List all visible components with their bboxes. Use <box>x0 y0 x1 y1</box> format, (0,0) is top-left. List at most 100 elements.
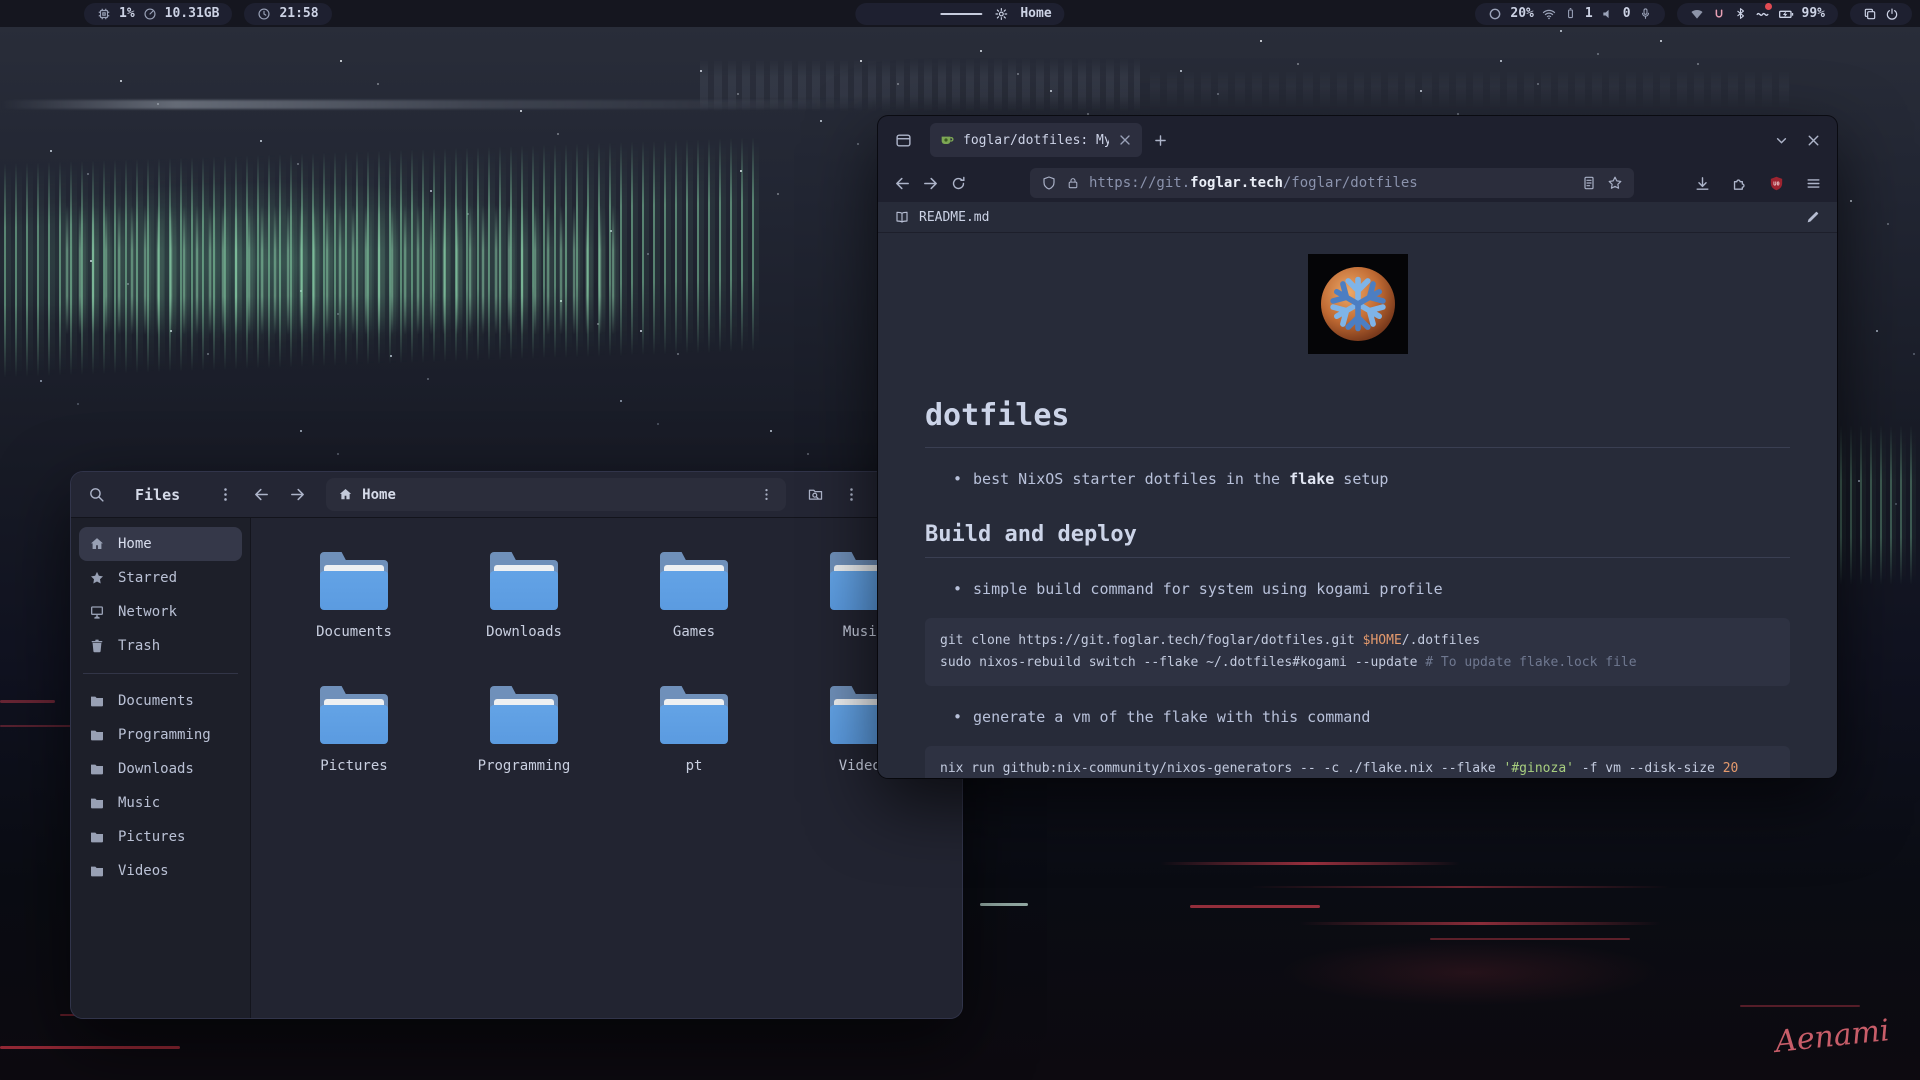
battery-icon <box>1778 6 1794 22</box>
nixos-logo <box>1308 254 1408 354</box>
speaker-icon[interactable] <box>1601 7 1615 21</box>
folder-label: Programming <box>478 758 571 774</box>
red-glow <box>1200 925 1740 1020</box>
path-menu-icon[interactable] <box>759 487 774 502</box>
edit-pencil-icon[interactable] <box>1805 209 1821 225</box>
bluetooth-icon[interactable] <box>1734 7 1747 20</box>
sidebar-item-icon <box>89 638 105 654</box>
device-battery-icon <box>1564 7 1577 20</box>
url-bar[interactable]: https://git.foglar.tech/foglar/dotfiles <box>1030 168 1634 198</box>
clipboard-icon[interactable] <box>1863 7 1877 21</box>
reader-mode-icon[interactable] <box>1581 175 1597 191</box>
readme-header: README.md <box>878 202 1837 233</box>
sidebar-item-home[interactable]: Home <box>79 527 242 561</box>
tracking-shield-icon[interactable] <box>1041 175 1057 191</box>
forward-button[interactable] <box>916 169 944 197</box>
sidebar-item-pictures[interactable]: Pictures <box>79 820 242 854</box>
nix-snowflake-icon <box>1323 269 1393 339</box>
network-tray-icon[interactable] <box>1690 7 1704 21</box>
folder-downloads[interactable]: Downloads <box>459 552 589 640</box>
status-bar: 1% 10.31GB 21:58 Home 20% 1 <box>0 0 1920 27</box>
files-menu-button[interactable] <box>210 480 240 510</box>
readme-content: dotfiles best NixOS starter dotfiles in … <box>878 233 1837 778</box>
volume-value: 0 <box>1623 6 1631 21</box>
workspaces-pill: Home <box>855 3 1064 25</box>
red-streak <box>0 1046 180 1049</box>
reload-button[interactable] <box>944 169 972 197</box>
brightness-value: 20% <box>1510 6 1533 21</box>
sidebar-item-music[interactable]: Music <box>79 786 242 820</box>
back-button[interactable] <box>888 169 916 197</box>
sidebar-item-starred[interactable]: Starred <box>79 561 242 595</box>
wifi-icon[interactable] <box>1542 7 1556 21</box>
readme-filename: README.md <box>919 210 989 225</box>
sidebar-item-network[interactable]: Network <box>79 595 242 629</box>
battery-value: 99% <box>1802 6 1825 21</box>
clock-time: 21:58 <box>279 6 318 21</box>
tray-pill: 99% <box>1677 3 1838 25</box>
sidebar-item-icon <box>89 570 105 586</box>
folder-label: Pictures <box>320 758 387 774</box>
tab-close-icon[interactable] <box>1117 132 1133 148</box>
extensions-button[interactable] <box>1725 169 1753 197</box>
page-title: dotfiles <box>925 398 1790 448</box>
firefox-view-button[interactable] <box>888 125 918 155</box>
files-search-button[interactable] <box>81 480 111 510</box>
system-stats-pill: 1% 10.31GB <box>84 3 232 25</box>
folder-label: pt <box>686 758 703 774</box>
folder-pt[interactable]: pt <box>629 686 759 774</box>
folder-programming[interactable]: Programming <box>459 686 589 774</box>
sidebar-item-label: Home <box>118 536 152 552</box>
menu-button[interactable] <box>1799 169 1827 197</box>
sidebar-item-label: Trash <box>118 638 160 654</box>
clock-pill: 21:58 <box>244 3 331 25</box>
files-view-toggle-button[interactable] <box>800 480 830 510</box>
ublock-icon[interactable] <box>1762 169 1790 197</box>
sidebar-item-icon <box>89 536 105 552</box>
sidebar-item-downloads[interactable]: Downloads <box>79 752 242 786</box>
folder-pictures[interactable]: Pictures <box>289 686 419 774</box>
microphone-icon[interactable] <box>1639 7 1652 20</box>
folder-icon <box>89 693 105 709</box>
sidebar-separator <box>83 673 238 674</box>
files-back-button[interactable] <box>246 480 276 510</box>
teal-streak <box>980 903 1028 906</box>
folder-icon <box>490 686 558 744</box>
sidebar-item-programming[interactable]: Programming <box>79 718 242 752</box>
sidebar-item-label: Music <box>118 795 160 811</box>
folder-games[interactable]: Games <box>629 552 759 640</box>
browser-tab[interactable]: foglar/dotfiles: My <box>930 123 1142 157</box>
new-tab-button[interactable] <box>1146 126 1174 154</box>
downloads-button[interactable] <box>1688 169 1716 197</box>
folder-icon <box>89 761 105 777</box>
red-streak <box>1160 862 1460 865</box>
files-pathbar[interactable]: Home <box>326 478 786 511</box>
hardware-pill: 20% 1 0 <box>1475 3 1664 25</box>
power-icon[interactable] <box>1885 7 1899 21</box>
gear-icon <box>994 7 1008 21</box>
folder-icon <box>89 829 105 845</box>
aurora-band <box>60 205 620 335</box>
files-sort-menu-button[interactable] <box>836 480 866 510</box>
list-item: best NixOS starter dotfiles in the flake… <box>925 470 1790 488</box>
window-close-button[interactable] <box>1799 126 1827 154</box>
sidebar-item-videos[interactable]: Videos <box>79 854 242 888</box>
notification-wave-icon[interactable] <box>1755 6 1770 21</box>
folder-icon <box>89 863 105 879</box>
bookmark-star-icon[interactable] <box>1607 175 1623 191</box>
folder-documents[interactable]: Documents <box>289 552 419 640</box>
clock-icon <box>257 7 271 21</box>
sidebar-item-documents[interactable]: Documents <box>79 684 242 718</box>
tray-app-icon-uc[interactable] <box>1712 7 1726 21</box>
tab-overflow-button[interactable] <box>1767 126 1795 154</box>
mode-label: Home <box>1020 6 1051 21</box>
workspace-5[interactable] <box>940 13 982 15</box>
lock-icon <box>1066 176 1080 190</box>
files-window: Files Home Home Starred <box>70 471 963 1019</box>
gitea-favicon <box>939 132 955 148</box>
browser-tabbar: foglar/dotfiles: My <box>878 116 1837 164</box>
sidebar-item-trash[interactable]: Trash <box>79 629 242 663</box>
files-forward-button[interactable] <box>282 480 312 510</box>
home-icon <box>338 487 353 502</box>
book-icon <box>894 209 910 225</box>
